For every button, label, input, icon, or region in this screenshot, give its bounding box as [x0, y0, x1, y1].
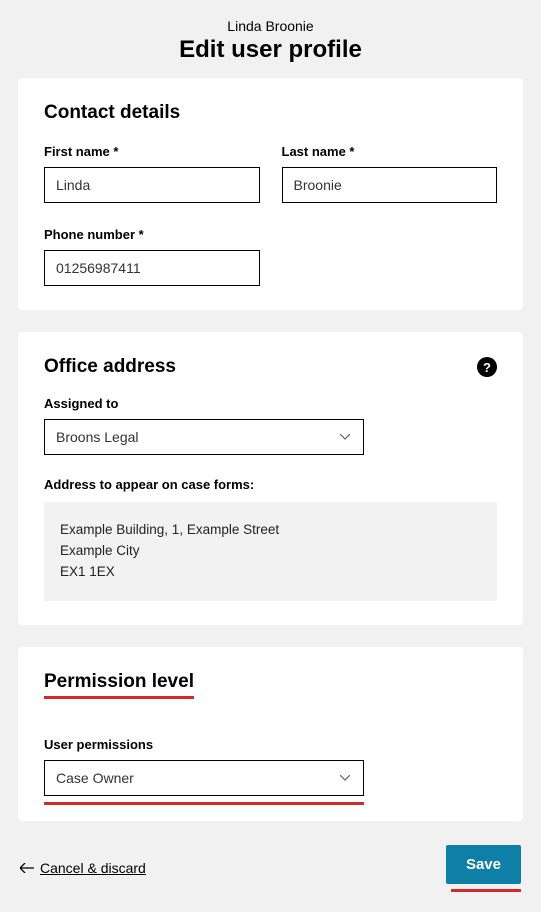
footer-bar: Cancel & discard Save: [18, 843, 523, 892]
contact-details-card: Contact details First name * Last name *…: [18, 78, 523, 310]
highlight-underline: [44, 802, 364, 805]
phone-group: Phone number *: [44, 227, 260, 286]
address-line-1: Example Building, 1, Example Street: [60, 520, 481, 541]
address-display: Example Building, 1, Example Street Exam…: [44, 502, 497, 601]
office-address-card: Office address ? Assigned to Broons Lega…: [18, 332, 523, 625]
permission-level-title: Permission level: [44, 671, 194, 699]
cancel-discard-label: Cancel & discard: [40, 860, 146, 876]
office-address-title: Office address: [44, 356, 176, 378]
contact-details-title: Contact details: [44, 102, 497, 124]
phone-label: Phone number *: [44, 227, 260, 242]
address-appear-label: Address to appear on case forms:: [44, 477, 497, 492]
last-name-label: Last name *: [282, 144, 498, 159]
help-icon[interactable]: ?: [477, 357, 497, 377]
save-button[interactable]: Save: [446, 845, 521, 884]
user-permissions-select[interactable]: Case Owner: [44, 760, 364, 796]
highlight-underline: [451, 889, 521, 892]
user-permissions-label: User permissions: [44, 737, 497, 752]
last-name-input[interactable]: [282, 167, 498, 203]
cancel-discard-link[interactable]: Cancel & discard: [20, 860, 146, 876]
first-name-input[interactable]: [44, 167, 260, 203]
phone-input[interactable]: [44, 250, 260, 286]
first-name-label: First name *: [44, 144, 260, 159]
assigned-to-select[interactable]: Broons Legal: [44, 419, 364, 455]
last-name-group: Last name *: [282, 144, 498, 203]
arrow-left-icon: [20, 860, 34, 876]
first-name-group: First name *: [44, 144, 260, 203]
user-name: Linda Broonie: [18, 18, 523, 34]
address-line-3: EX1 1EX: [60, 562, 481, 583]
page-header: Linda Broonie Edit user profile: [18, 18, 523, 64]
assigned-to-label: Assigned to: [44, 396, 497, 411]
page-title: Edit user profile: [18, 36, 523, 64]
address-line-2: Example City: [60, 541, 481, 562]
permission-level-card: Permission level User permissions Case O…: [18, 647, 523, 821]
